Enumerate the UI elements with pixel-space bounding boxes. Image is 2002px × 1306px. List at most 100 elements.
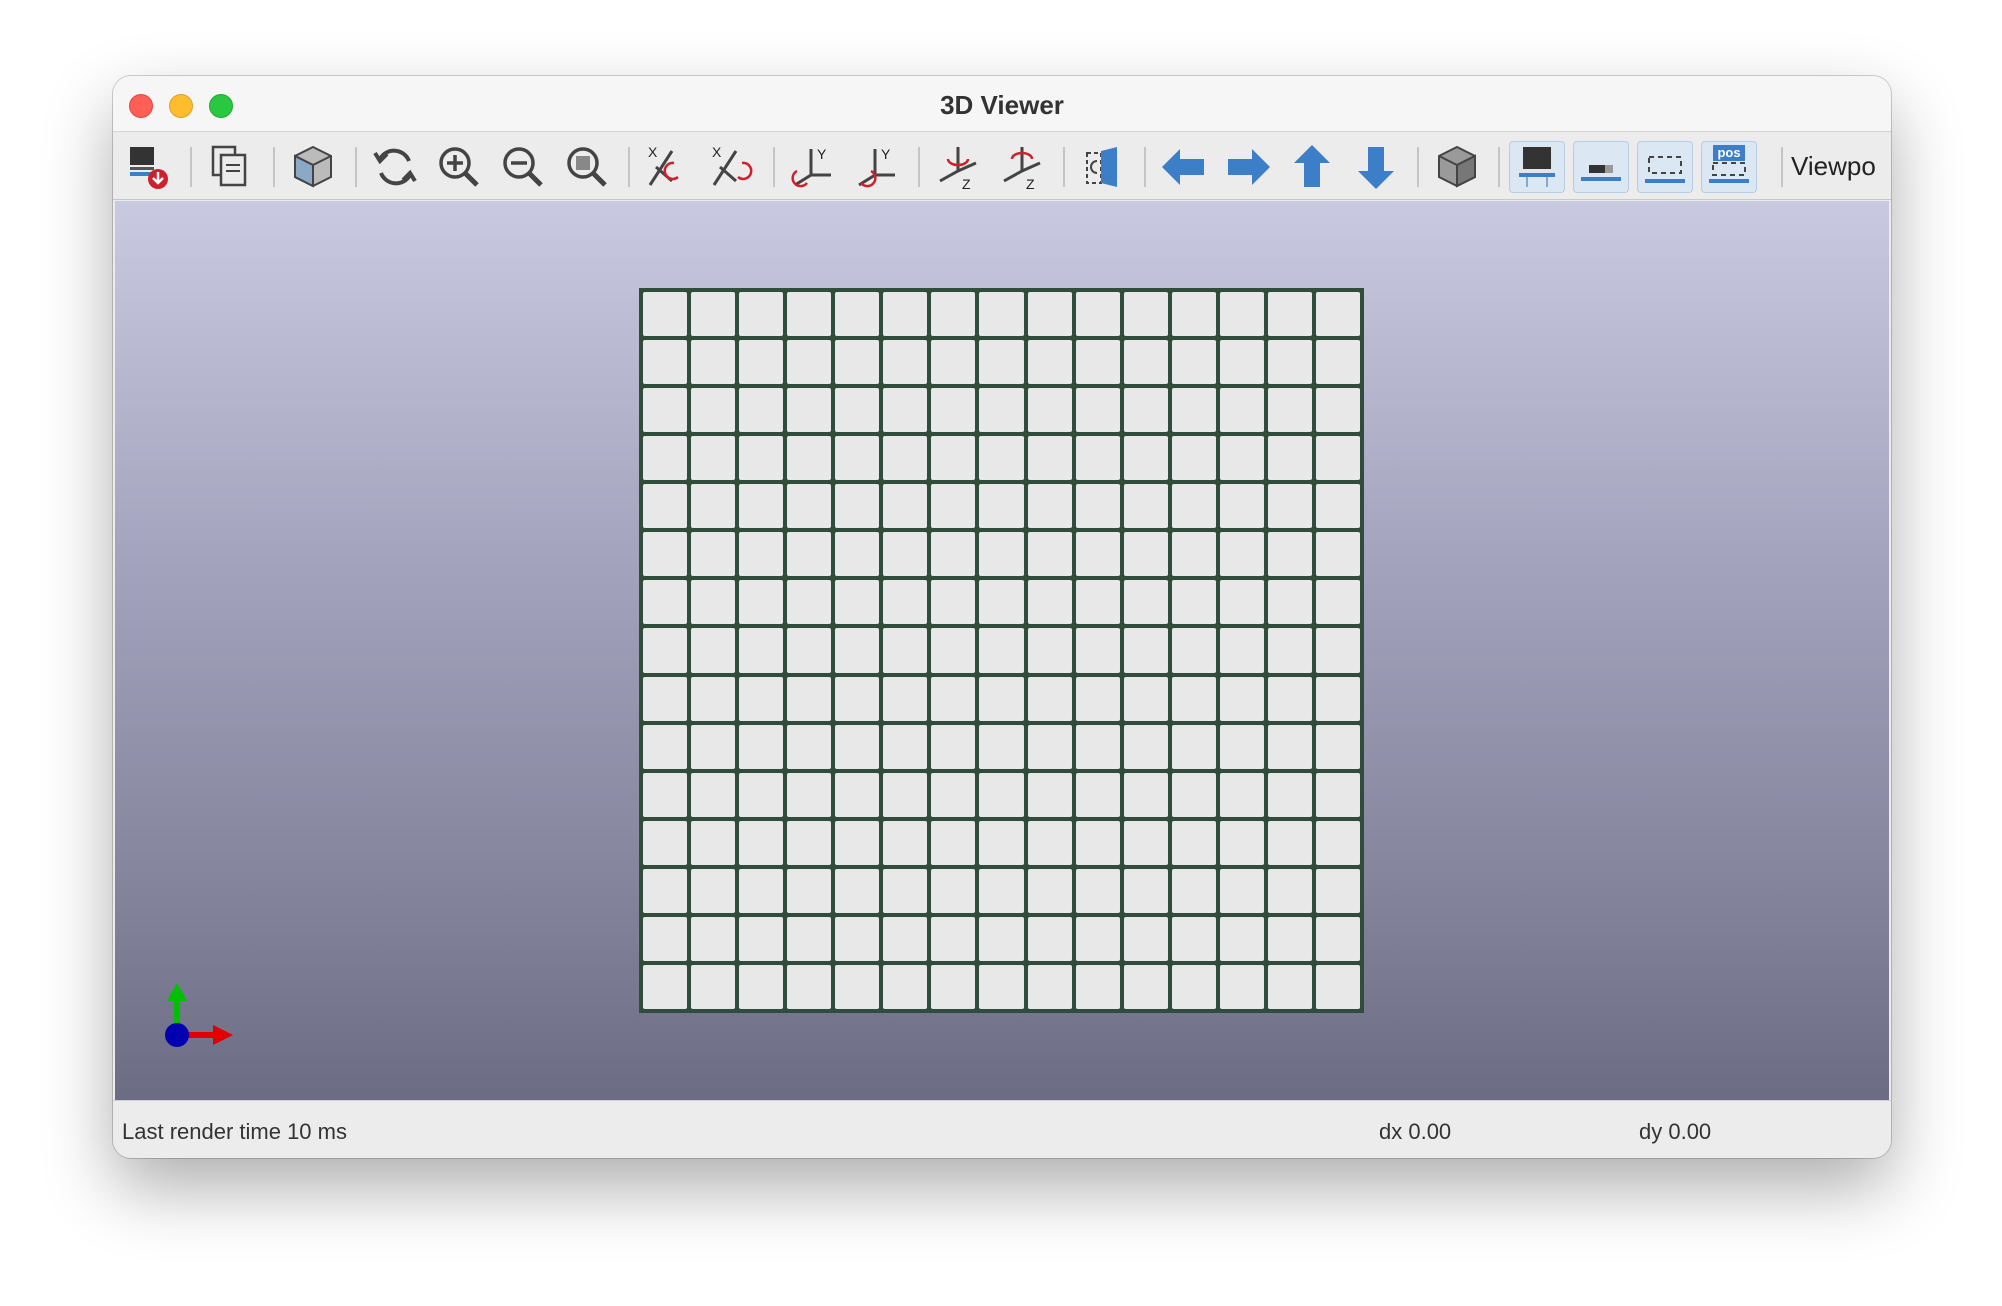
board-cell: [1219, 868, 1264, 913]
board-cell: [931, 532, 976, 577]
pan-up-button[interactable]: [1284, 141, 1340, 193]
pan-down-button[interactable]: [1348, 141, 1404, 193]
board-cell: [1171, 484, 1216, 529]
axis-gizmo: [165, 983, 233, 1047]
board-cell: [1267, 484, 1312, 529]
zoom-fit-button[interactable]: [559, 141, 615, 193]
board-cell: [1315, 340, 1360, 385]
rotate-y-ccw-button[interactable]: Y: [849, 141, 905, 193]
board-cell: [979, 484, 1024, 529]
board-cell: [739, 916, 784, 961]
board-cell: [739, 388, 784, 433]
board-cell: [1123, 628, 1168, 673]
show-not-in-pos-toggle[interactable]: pos: [1701, 141, 1757, 193]
board-cell: [1075, 628, 1120, 673]
board-cell: [835, 676, 880, 721]
refresh-icon: [373, 148, 417, 186]
board-cell: [739, 868, 784, 913]
board-cell: [1123, 340, 1168, 385]
rotate-y-ccw-icon: Y: [858, 146, 895, 188]
zoom-out-button[interactable]: [495, 141, 551, 193]
board-cell: [931, 484, 976, 529]
rotate-z-ccw-button[interactable]: Z: [994, 141, 1050, 193]
rotate-x-cw-icon: X: [648, 144, 679, 186]
board-cell: [1267, 388, 1312, 433]
board-cell: [643, 772, 688, 817]
board-cell: [835, 436, 880, 481]
board-cell: [1267, 580, 1312, 625]
rotate-y-cw-button[interactable]: Y: [785, 141, 841, 193]
board-cell: [691, 484, 736, 529]
board-cell: [883, 916, 928, 961]
board-cell: [691, 820, 736, 865]
board-cell: [1075, 724, 1120, 769]
flip-board-button[interactable]: [1075, 141, 1131, 193]
board-cell: [691, 580, 736, 625]
board-cell: [883, 628, 928, 673]
board-cell: [787, 916, 832, 961]
board-cell: [691, 340, 736, 385]
board-cell: [979, 964, 1024, 1009]
board-cell: [1075, 340, 1120, 385]
board-cell: [1219, 532, 1264, 577]
board-cell: [643, 868, 688, 913]
board-cell: [1123, 676, 1168, 721]
board-cell: [1027, 724, 1072, 769]
board-cell: [691, 436, 736, 481]
pan-right-button[interactable]: [1220, 141, 1276, 193]
y-axis-glyph: Y: [881, 146, 891, 162]
board-cell: [739, 628, 784, 673]
board-cell: [643, 292, 688, 337]
board-cell: [1219, 820, 1264, 865]
z-axis-glyph: Z: [1026, 176, 1035, 192]
board-cell: [1123, 964, 1168, 1009]
board-cell: [1075, 916, 1120, 961]
board-cell: [1027, 676, 1072, 721]
board-cell: [979, 580, 1024, 625]
board-cell: [739, 484, 784, 529]
board-cell: [883, 676, 928, 721]
board-cell: [691, 532, 736, 577]
board-cell: [835, 916, 880, 961]
rotate-x-ccw-button[interactable]: X: [704, 141, 760, 193]
board-grid: [639, 288, 1364, 1013]
board-cell: [883, 868, 928, 913]
show-smd-toggle[interactable]: [1573, 141, 1629, 193]
render-settings-button[interactable]: [123, 141, 179, 193]
rotate-z-cw-button[interactable]: Z: [930, 141, 986, 193]
show-tht-toggle[interactable]: [1509, 141, 1565, 193]
viewport-menu[interactable]: Viewpo: [1791, 151, 1887, 182]
board-cell: [1027, 580, 1072, 625]
board-cell: [1315, 820, 1360, 865]
board-cell: [1315, 676, 1360, 721]
zoom-out-icon: [503, 147, 543, 187]
board-cell: [931, 388, 976, 433]
board-cell: [1075, 772, 1120, 817]
board-cell: [1219, 676, 1264, 721]
refresh-button[interactable]: [367, 141, 423, 193]
board-cell: [931, 676, 976, 721]
board-cell: [979, 292, 1024, 337]
board-cell: [835, 628, 880, 673]
board-cell: [787, 724, 832, 769]
pan-left-button[interactable]: [1156, 141, 1212, 193]
show-virtual-toggle[interactable]: [1637, 141, 1693, 193]
3d-canvas[interactable]: [115, 201, 1889, 1100]
board-cell: [1219, 292, 1264, 337]
board-cell: [691, 868, 736, 913]
board-cell: [1267, 724, 1312, 769]
orthographic-button[interactable]: [1429, 141, 1485, 193]
zoom-in-button[interactable]: [431, 141, 487, 193]
copy-image-button[interactable]: [203, 141, 259, 193]
dx-status: dx 0.00: [1379, 1119, 1452, 1144]
board-cell: [691, 724, 736, 769]
rotate-x-cw-button[interactable]: X: [640, 141, 696, 193]
board-cell: [835, 868, 880, 913]
board-cell: [835, 340, 880, 385]
x-axis-arrow: [213, 1025, 233, 1045]
rotate-y-cw-icon: Y: [791, 146, 831, 188]
board-cell: [643, 628, 688, 673]
z-axis-dot: [165, 1023, 189, 1047]
view-cube-button[interactable]: [285, 141, 341, 193]
board-cell: [1219, 724, 1264, 769]
